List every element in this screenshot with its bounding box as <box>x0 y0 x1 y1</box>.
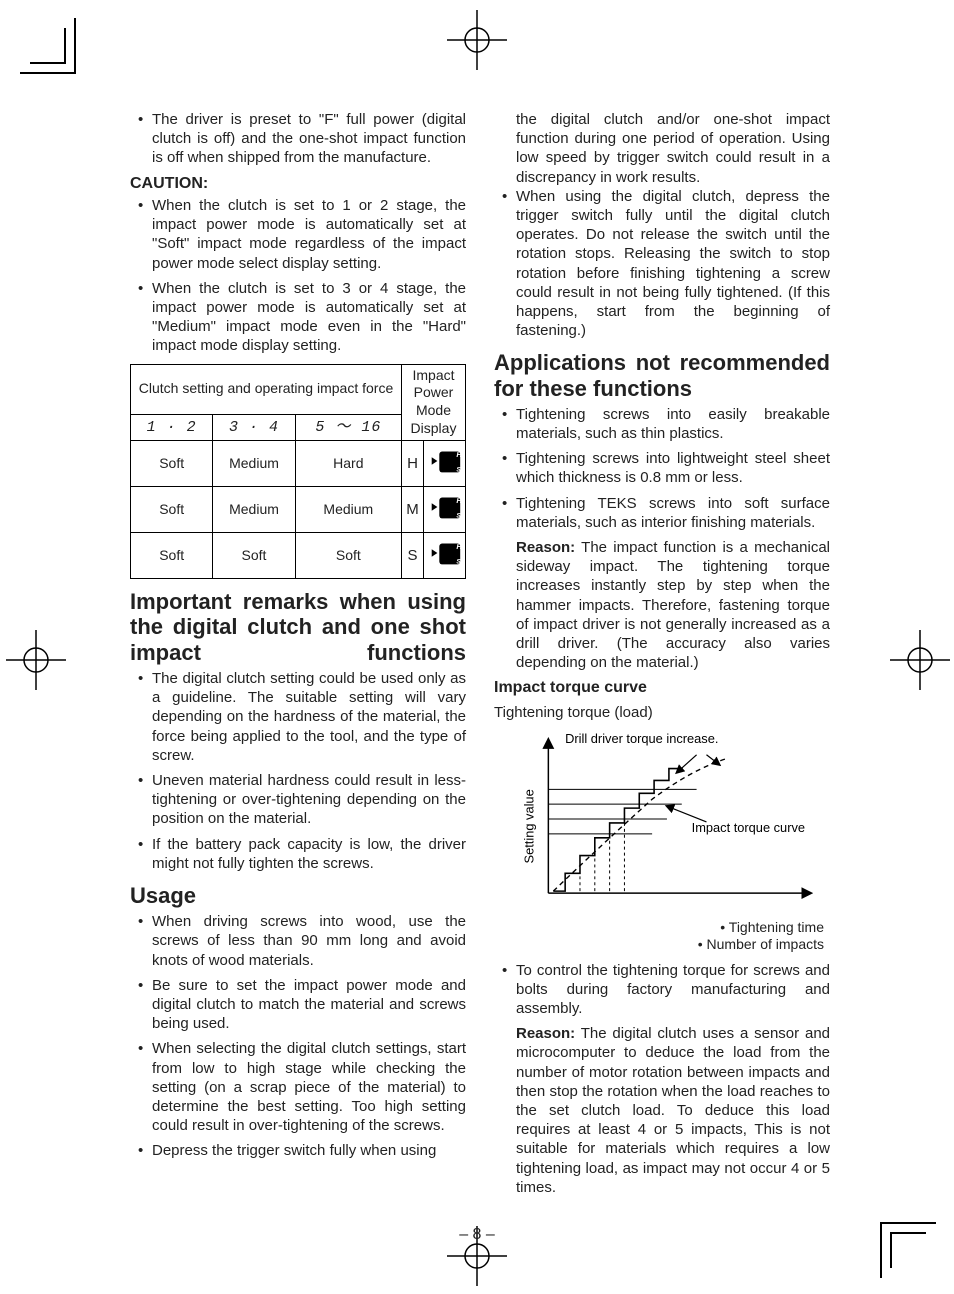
impact-label: Impact torque curve <box>692 820 805 835</box>
usage-item: Be sure to set the impact power mode and… <box>152 976 466 1034</box>
control-item: To control the tightening torque for scr… <box>516 961 830 1019</box>
usage-heading: Usage <box>130 883 466 908</box>
mode-letter: H <box>402 441 424 487</box>
svg-text:S: S <box>456 467 461 474</box>
table-header-right: Impact Power Mode Display <box>402 364 466 441</box>
mode-icon-soft: HS <box>424 533 466 579</box>
table-cell: Medium <box>295 487 401 533</box>
range-cell: 1 · 2 <box>131 414 213 441</box>
table-cell: Soft <box>131 533 213 579</box>
table-cell: Soft <box>131 487 213 533</box>
svg-text:H: H <box>456 450 462 459</box>
mode-letter: M <box>402 487 424 533</box>
page-number: – 8 – <box>0 1226 954 1244</box>
axis-note: • Tightening time <box>494 919 830 936</box>
remarks-item: The digital clutch setting could be used… <box>152 669 466 765</box>
svg-text:S: S <box>456 513 461 520</box>
mode-icon-medium: HS <box>424 487 466 533</box>
clutch-table: Clutch setting and operating impact forc… <box>130 364 466 580</box>
remarks-item: If the battery pack capacity is low, the… <box>152 835 466 873</box>
torque-curve-chart: Drill driver torque increase. Impact tor… <box>494 724 830 914</box>
range-cell: 5 ～ 16 <box>295 414 401 441</box>
y-axis-label: Setting value <box>522 789 537 863</box>
table-cell: Soft <box>213 533 295 579</box>
preset-note: The driver is preset to "F" full power (… <box>152 110 466 168</box>
caution-item: When the clutch is set to 1 or 2 stage, … <box>152 196 466 273</box>
range-cell: 3 · 4 <box>213 414 295 441</box>
table-cell: Soft <box>131 441 213 487</box>
mode-icon-hard: HS <box>424 441 466 487</box>
usage-item: Depress the trigger switch fully when us… <box>152 1141 466 1160</box>
table-cell: Hard <box>295 441 401 487</box>
curve-heading: Impact torque curve <box>494 678 830 698</box>
table-cell: Medium <box>213 441 295 487</box>
remarks-item: Uneven material hardness could result in… <box>152 771 466 829</box>
apps-item: Tightening screws into lightweight steel… <box>516 449 830 487</box>
table-cell: Medium <box>213 487 295 533</box>
apps-heading: Applications not recommended for these f… <box>494 350 830 401</box>
curve-subtitle: Tightening torque (load) <box>494 703 830 722</box>
usage-cont-item: When using the digital clutch, depress t… <box>516 187 830 341</box>
reason-1: Reason: The impact function is a mechani… <box>494 538 830 672</box>
apps-item: Tightening screws into easily breakable … <box>516 405 830 443</box>
drill-label: Drill driver torque increase. <box>565 731 718 746</box>
axis-note: • Number of impacts <box>494 936 830 953</box>
apps-item: Tightening TEKS screws into soft surface… <box>516 494 830 532</box>
reason-2: Reason: The digital clutch uses a sensor… <box>494 1024 830 1197</box>
usage-item: When selecting the digital clutch settin… <box>152 1039 466 1135</box>
remarks-heading: Important remarks when using the digital… <box>130 589 466 665</box>
svg-text:H: H <box>456 496 462 505</box>
usage-item: When driving screws into wood, use the s… <box>152 912 466 970</box>
usage-cont: the digital clutch and/or one-shot impac… <box>494 110 830 187</box>
page-body: The driver is preset to "F" full power (… <box>130 110 830 1200</box>
svg-text:H: H <box>456 542 462 551</box>
caution-item: When the clutch is set to 3 or 4 stage, … <box>152 279 466 356</box>
svg-text:S: S <box>456 559 461 566</box>
table-cell: Soft <box>295 533 401 579</box>
caution-label: CAUTION: <box>130 174 466 194</box>
table-header-left: Clutch setting and operating impact forc… <box>131 364 402 414</box>
mode-letter: S <box>402 533 424 579</box>
